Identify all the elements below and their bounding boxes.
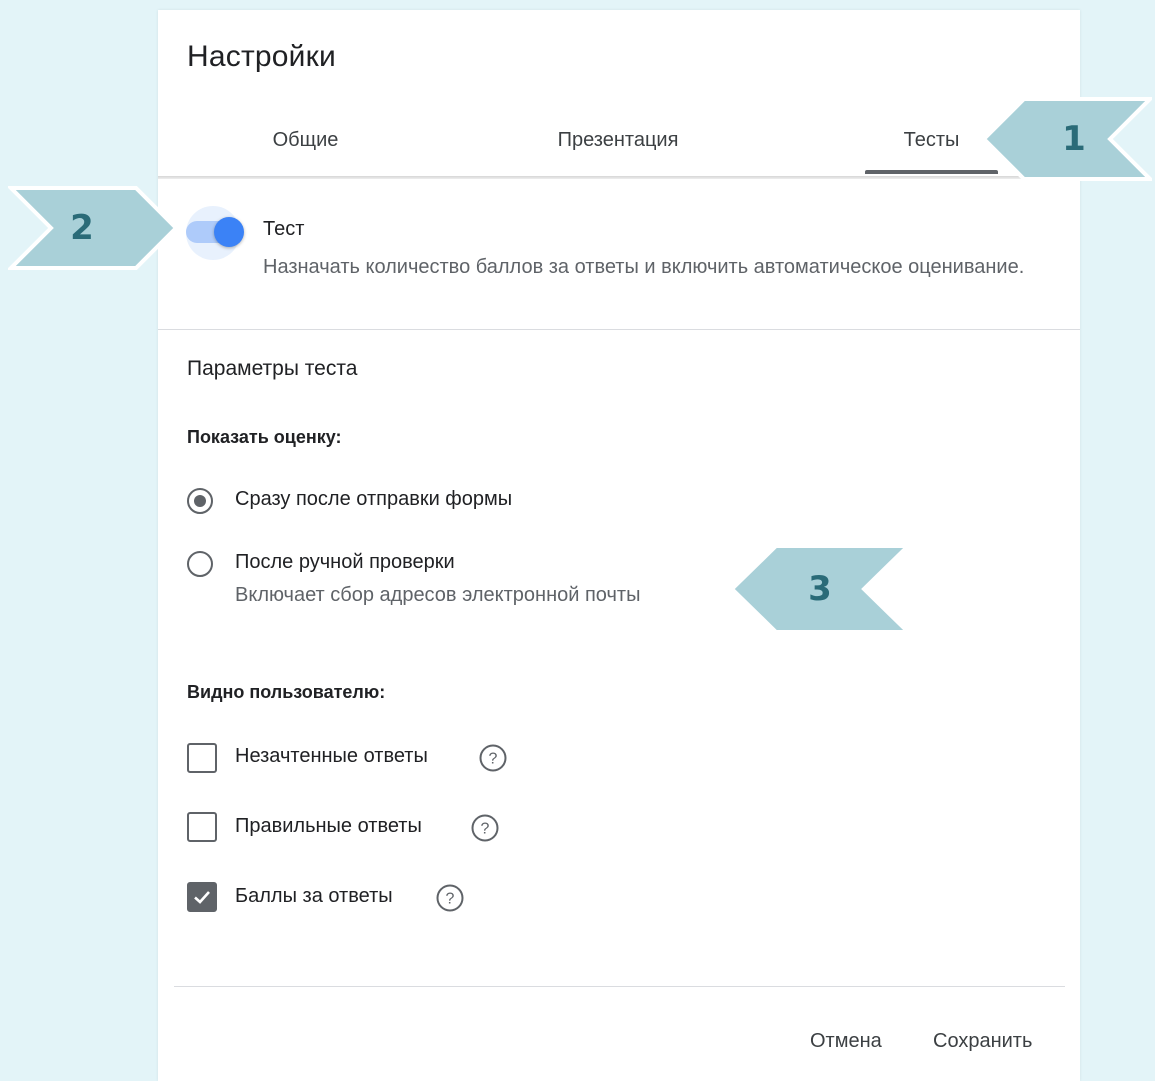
section-divider bbox=[158, 329, 1080, 330]
radio-manual-review-label[interactable]: После ручной проверки bbox=[235, 551, 455, 574]
checkbox-missed-answers-label[interactable]: Незачтенные ответы bbox=[235, 745, 428, 768]
callout-2-number: 2 bbox=[70, 208, 94, 248]
radio-manual-review-hint: Включает сбор адресов электронной почты bbox=[235, 584, 641, 606]
help-icon[interactable]: ? bbox=[478, 743, 508, 773]
show-grade-heading: Показать оценку: bbox=[187, 427, 342, 447]
cancel-button[interactable]: Отмена bbox=[810, 1030, 882, 1053]
tab-presentation[interactable]: Презентация bbox=[528, 110, 708, 178]
callout-3-number: 3 bbox=[808, 569, 832, 609]
callout-1: 1 bbox=[982, 96, 1152, 182]
radio-immediately-label[interactable]: Сразу после отправки формы bbox=[235, 488, 512, 511]
checkbox-missed-answers[interactable] bbox=[187, 743, 217, 773]
dialog-title: Настройки bbox=[187, 40, 336, 73]
tab-general[interactable]: Общие bbox=[238, 110, 373, 178]
tab-bar: Общие Презентация Тесты bbox=[158, 110, 1080, 178]
save-button[interactable]: Сохранить bbox=[933, 1030, 1032, 1053]
checkbox-point-values[interactable] bbox=[187, 882, 217, 912]
quiz-toggle-label: Тест bbox=[263, 218, 305, 240]
callout-1-number: 1 bbox=[1062, 119, 1086, 159]
visible-to-user-heading: Видно пользователю: bbox=[187, 682, 386, 702]
help-icon[interactable]: ? bbox=[435, 883, 465, 913]
svg-text:?: ? bbox=[489, 751, 498, 768]
callout-2: 2 bbox=[8, 185, 180, 271]
checkbox-point-values-label[interactable]: Баллы за ответы bbox=[235, 885, 393, 908]
checkbox-correct-answers-label[interactable]: Правильные ответы bbox=[235, 815, 422, 838]
tab-tests[interactable]: Тесты bbox=[865, 110, 998, 178]
radio-immediately[interactable] bbox=[187, 488, 213, 514]
quiz-params-title: Параметры теста bbox=[187, 357, 358, 380]
callout-3: 3 bbox=[730, 543, 910, 635]
tabs-divider bbox=[158, 176, 1080, 179]
checkbox-correct-answers[interactable] bbox=[187, 812, 217, 842]
svg-text:?: ? bbox=[446, 891, 455, 908]
quiz-toggle-description: Назначать количество баллов за ответы и … bbox=[263, 256, 1025, 278]
active-tab-indicator bbox=[865, 170, 998, 174]
footer-divider bbox=[174, 986, 1065, 987]
help-icon[interactable]: ? bbox=[470, 813, 500, 843]
settings-dialog: Настройки Общие Презентация Тесты Тест Н… bbox=[158, 10, 1080, 1081]
svg-text:?: ? bbox=[481, 821, 490, 838]
radio-manual-review[interactable] bbox=[187, 551, 213, 577]
quiz-toggle-knob[interactable] bbox=[214, 217, 244, 247]
checkmark-icon bbox=[194, 891, 210, 904]
